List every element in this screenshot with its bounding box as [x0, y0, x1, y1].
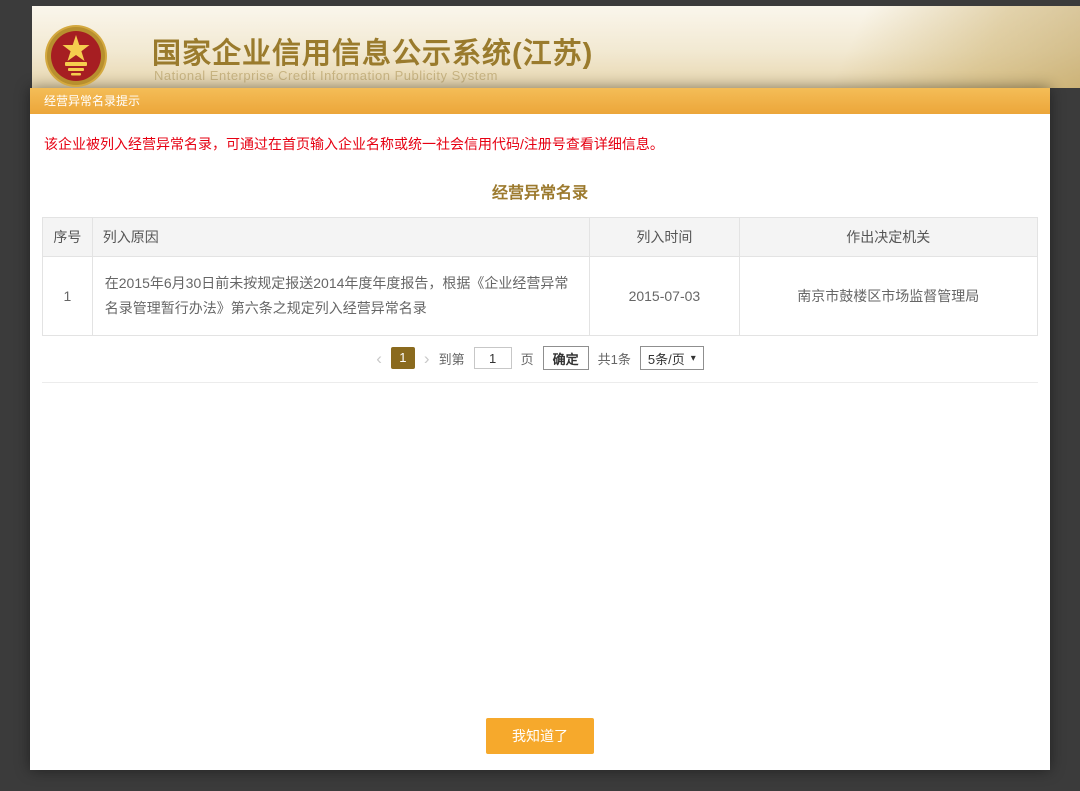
- page-size-select[interactable]: 5条/页 ▾: [640, 346, 704, 370]
- chevron-down-icon: ▾: [691, 353, 696, 364]
- national-emblem-logo: [44, 24, 108, 88]
- pagination-bar: ‹ 1 › 到第 页 确定 共1条 5条/页 ▾: [42, 336, 1038, 383]
- goto-page-input[interactable]: [474, 347, 512, 369]
- header-decorative-art: [760, 6, 1080, 88]
- abnormal-list-modal: 经营异常名录提示 该企业被列入经营异常名录，可通过在首页输入企业名称或统一社会信…: [30, 88, 1050, 770]
- site-subtitle: National Enterprise Credit Information P…: [154, 68, 498, 83]
- goto-confirm-button[interactable]: 确定: [543, 346, 589, 370]
- column-header-reason: 列入原因: [92, 218, 590, 257]
- goto-page-prefix-label: 到第: [439, 349, 465, 368]
- notice-text: 该企业被列入经营异常名录，可通过在首页输入企业名称或统一社会信用代码/注册号查看…: [44, 134, 1036, 155]
- table-row: 1 在2015年6月30日前未按规定报送2014年度年度报告，根据《企业经营异常…: [43, 257, 1038, 336]
- abnormal-list-table: 序号 列入原因 列入时间 作出决定机关 1 在2015年6月30日前未按规定报送…: [42, 217, 1038, 336]
- column-header-authority: 作出决定机关: [739, 218, 1038, 257]
- cell-date: 2015-07-03: [590, 257, 739, 336]
- column-header-date: 列入时间: [590, 218, 739, 257]
- column-header-no: 序号: [43, 218, 93, 257]
- page-header: 国家企业信用信息公示系统(江苏) National Enterprise Cre…: [32, 6, 1080, 88]
- cell-no: 1: [43, 257, 93, 336]
- current-page-button[interactable]: 1: [391, 347, 415, 369]
- modal-titlebar: 经营异常名录提示: [30, 88, 1050, 114]
- table-title: 经营异常名录: [30, 179, 1050, 203]
- cell-authority: 南京市鼓楼区市场监督管理局: [739, 257, 1038, 336]
- goto-page-suffix-label: 页: [521, 349, 534, 368]
- site-title: 国家企业信用信息公示系统(江苏): [152, 30, 593, 72]
- page-size-value: 5条/页: [648, 349, 685, 368]
- total-count-label: 共1条: [598, 349, 631, 368]
- table-header-row: 序号 列入原因 列入时间 作出决定机关: [43, 218, 1038, 257]
- prev-page-icon[interactable]: ‹: [376, 350, 382, 367]
- next-page-icon[interactable]: ›: [424, 350, 430, 367]
- acknowledge-button[interactable]: 我知道了: [486, 718, 594, 754]
- cell-reason: 在2015年6月30日前未按规定报送2014年度年度报告，根据《企业经营异常名录…: [92, 257, 590, 336]
- table-wrap: 序号 列入原因 列入时间 作出决定机关 1 在2015年6月30日前未按规定报送…: [42, 217, 1038, 336]
